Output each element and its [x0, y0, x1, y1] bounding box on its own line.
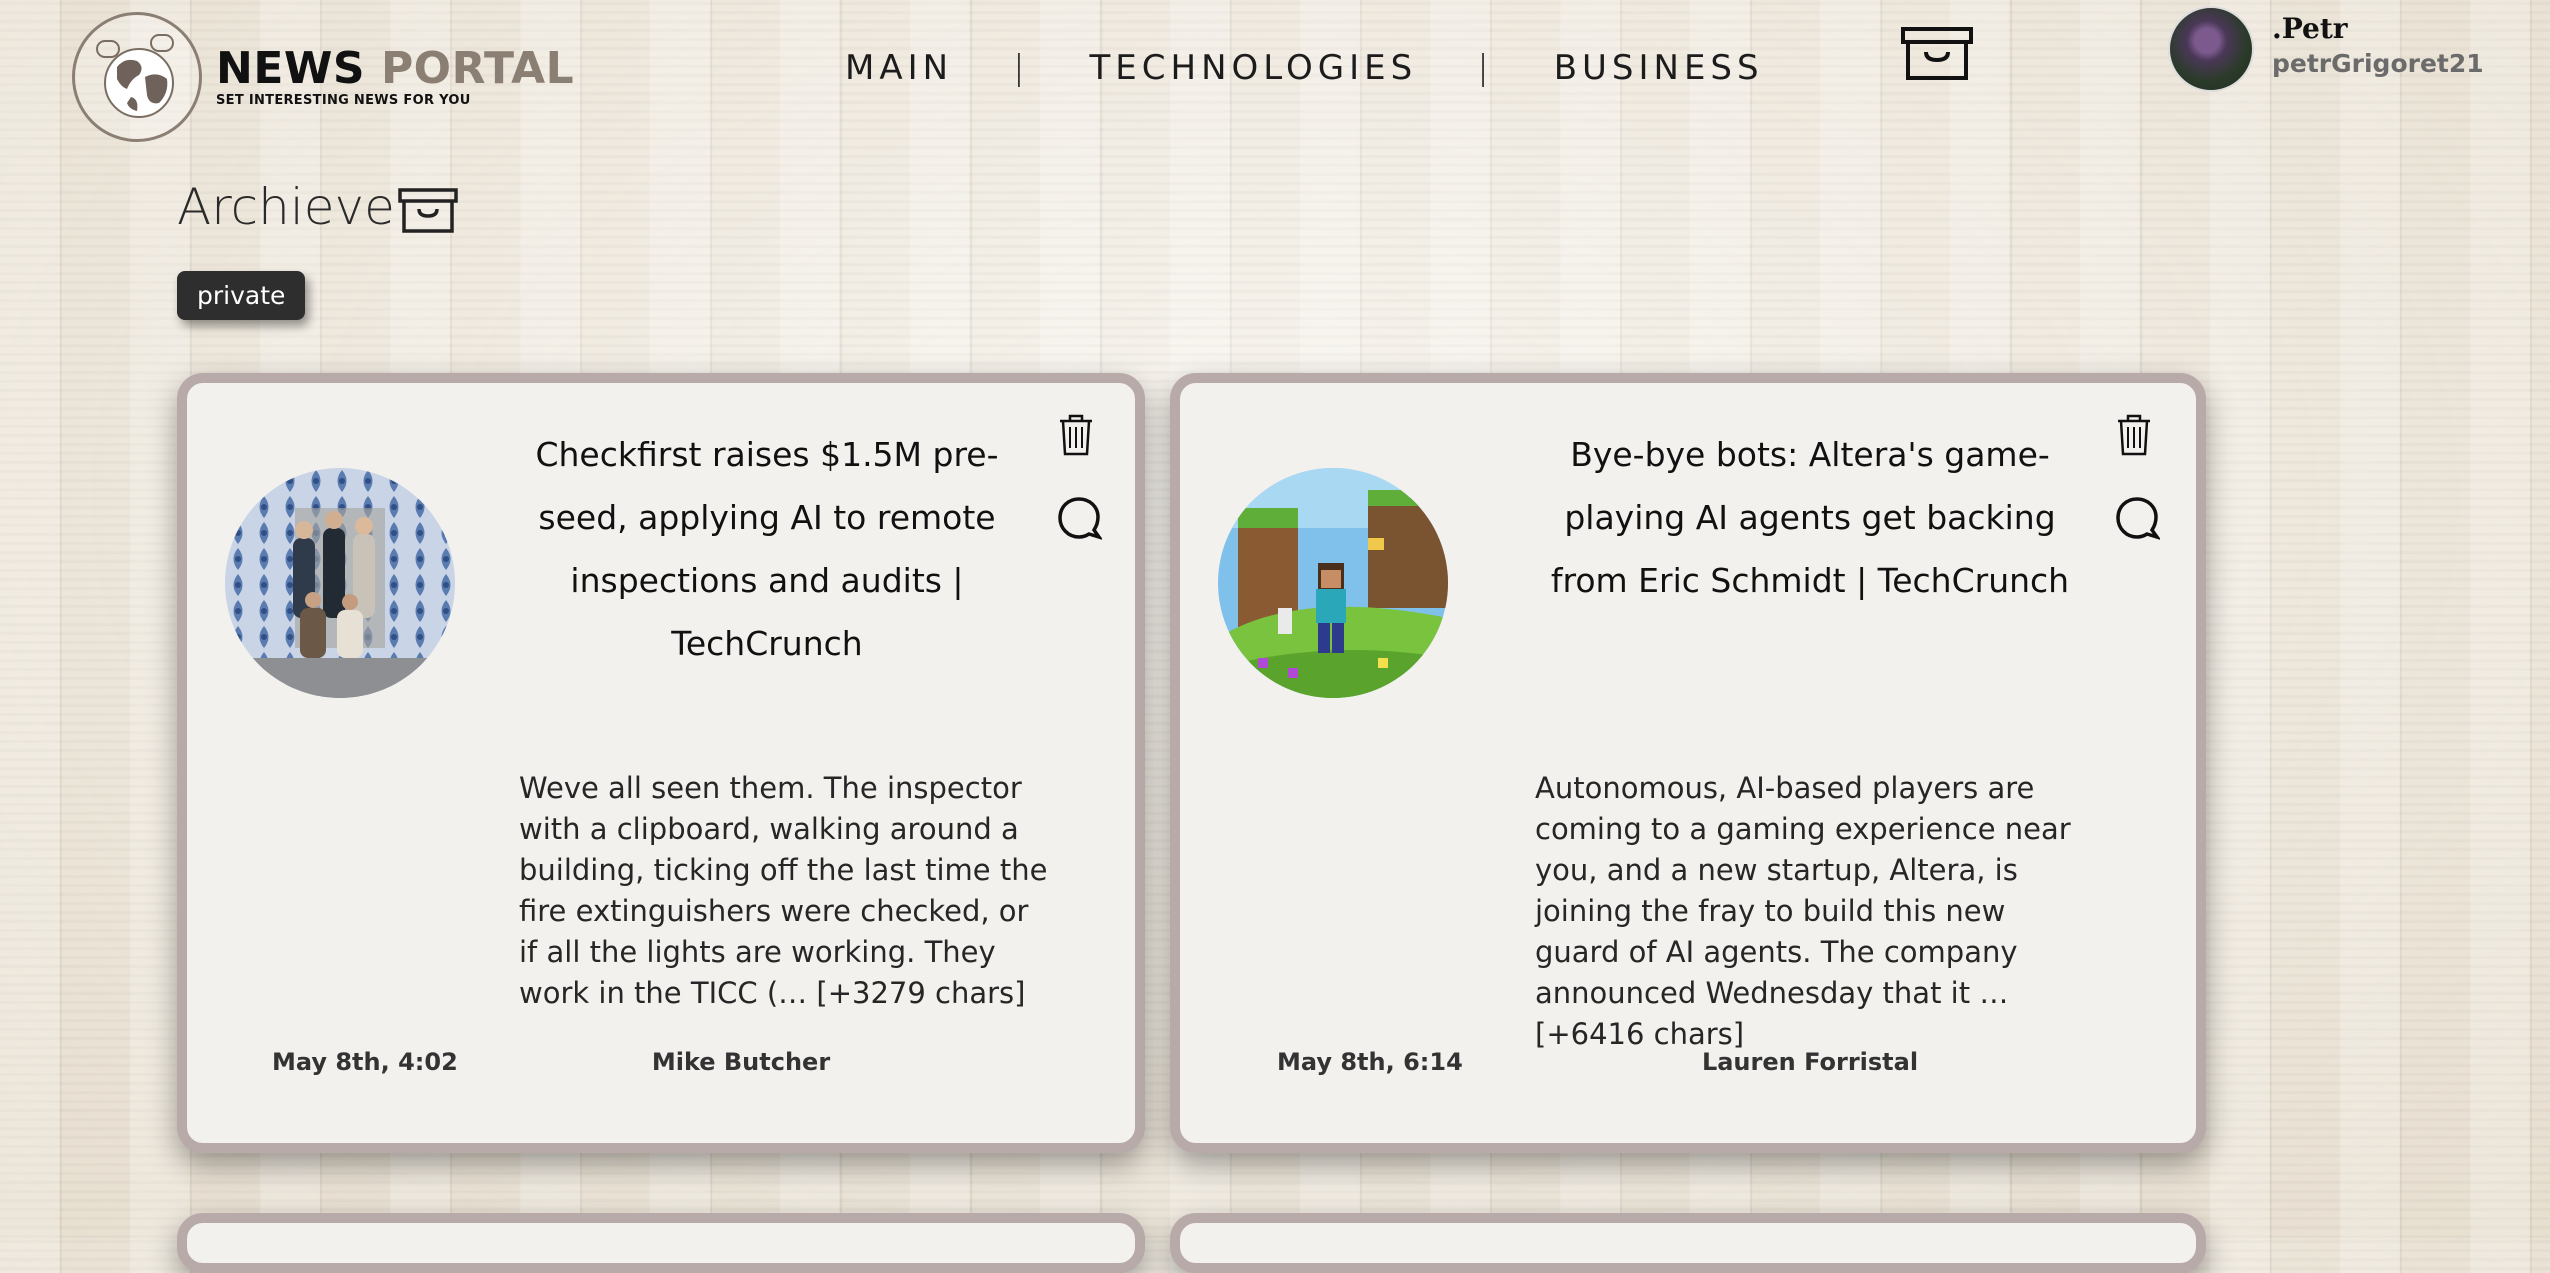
- archive-box-icon: [1901, 27, 1973, 80]
- comment-button[interactable]: [1056, 495, 1104, 546]
- news-card[interactable]: Checkfirst raises $1.5M pre-seed, applyi…: [177, 373, 1145, 1153]
- delete-button[interactable]: [2115, 413, 2153, 462]
- news-image[interactable]: [1218, 468, 1448, 698]
- main-nav: MAIN | TECHNOLOGIES | BUSINESS: [845, 48, 1764, 88]
- news-date: May 8th, 4:02: [272, 1048, 458, 1076]
- site-logo[interactable]: NEWS PORTAL SET INTERESTING NEWS FOR YOU: [72, 12, 574, 142]
- news-title[interactable]: Bye-bye bots: Altera's game-playing AI a…: [1530, 423, 2090, 612]
- user-handle: petrGrigoret21: [2272, 49, 2484, 78]
- comment-button[interactable]: [2114, 495, 2162, 546]
- news-title[interactable]: Checkfirst raises $1.5M pre-seed, applyi…: [517, 423, 1017, 675]
- user-profile[interactable]: .Petr petrGrigoret21: [2168, 6, 2484, 92]
- nav-separator: |: [1013, 48, 1030, 88]
- private-filter-tag[interactable]: private: [177, 271, 306, 320]
- avatar[interactable]: [2168, 6, 2254, 92]
- globe-icon: [72, 12, 202, 142]
- comment-icon: [2116, 497, 2162, 541]
- page-title-text: Archieve: [177, 178, 395, 236]
- news-card[interactable]: [1170, 1213, 2206, 1273]
- nav-item-technologies[interactable]: TECHNOLOGIES: [1090, 48, 1418, 88]
- news-description: Weve all seen them. The inspector with a…: [519, 771, 1048, 1010]
- news-card[interactable]: Bye-bye bots: Altera's game-playing AI a…: [1170, 373, 2206, 1153]
- news-author: Lauren Forristal: [1701, 1048, 1919, 1076]
- logo-title: NEWS PORTAL: [216, 46, 574, 92]
- user-name: .Petr: [2272, 12, 2348, 45]
- news-date: May 8th, 6:14: [1277, 1048, 1463, 1076]
- logo-subtitle: SET INTERESTING NEWS FOR YOU: [216, 93, 471, 108]
- archive-box-icon: [398, 188, 458, 233]
- nav-item-business[interactable]: BUSINESS: [1554, 48, 1764, 88]
- news-description: Autonomous, AI-based players are coming …: [1535, 771, 2071, 1051]
- nav-separator: |: [1477, 48, 1494, 88]
- nav-item-main[interactable]: MAIN: [845, 48, 953, 88]
- news-author: Mike Butcher: [651, 1048, 831, 1076]
- logo-title-accent: PORTAL: [380, 43, 575, 94]
- news-card[interactable]: [177, 1213, 1145, 1273]
- logo-title-main: NEWS: [216, 43, 366, 94]
- trash-icon: [1060, 414, 1092, 456]
- news-image[interactable]: [225, 468, 455, 698]
- comment-icon: [1058, 497, 1104, 541]
- page-title: Archieve: [177, 178, 459, 236]
- archive-nav-button[interactable]: [1900, 26, 1974, 87]
- delete-button[interactable]: [1057, 413, 1095, 462]
- trash-icon: [2118, 414, 2150, 456]
